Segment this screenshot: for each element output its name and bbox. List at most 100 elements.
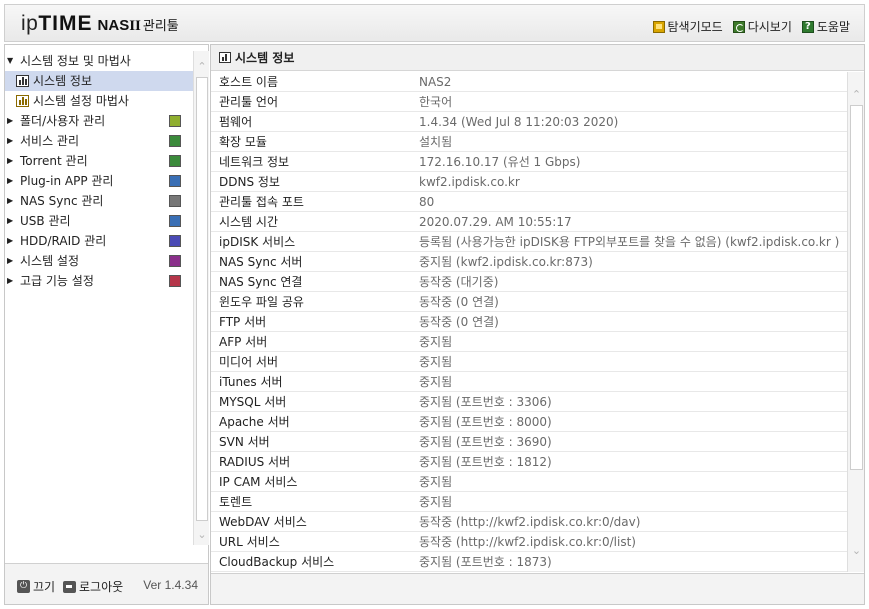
row-value: 중지됨 (포트번호 : 3690) [419, 435, 552, 449]
logout-label: 로그아웃 [79, 580, 124, 594]
table-row: MYSQL 서버 중지됨 (포트번호 : 3306) [211, 392, 847, 412]
caret-right-icon: ▶ [7, 236, 14, 245]
folder-user-icon [169, 115, 181, 127]
row-value: 동작중 (0 연결) [419, 295, 499, 309]
sidebar-group-system-info[interactable]: ▼ 시스템 정보 및 마법사 [5, 51, 193, 71]
row-key: WebDAV 서비스 [219, 515, 307, 529]
logo-time: TIME [38, 12, 93, 35]
scroll-down-icon[interactable]: ⌄ [194, 527, 210, 543]
row-value: 동작중 (http://kwf2.ipdisk.co.kr:0/dav) [419, 515, 641, 529]
table-row: 관리툴 접속 포트 80 [211, 192, 847, 212]
row-key: NAS Sync 연결 [219, 275, 303, 289]
top-actions: 탐색기모드 다시보기 ? 도움말 [652, 18, 850, 35]
app-window: ip TIME NAS II 관리툴 탐색기모드 다시보기 ? 도움말 ▼ 시스템 … [0, 0, 869, 609]
sidebar-item-setup-wizard[interactable]: 시스템 설정 마법사 [5, 91, 193, 111]
sidebar-item-system-info[interactable]: 시스템 정보 [5, 71, 193, 91]
advanced-icon [169, 275, 181, 287]
sidebar-item-label: USB 관리 [20, 214, 71, 228]
table-row: RADIUS 서버 중지됨 (포트번호 : 1812) [211, 452, 847, 472]
sidebar-item-label: 시스템 설정 [20, 254, 80, 268]
table-row: 확장 모듈 설치됨 [211, 132, 847, 152]
row-key: SVN 서버 [219, 435, 270, 449]
row-key: CloudBackup 서비스 [219, 555, 335, 569]
table-row: ipDISK 서비스 등록됨 (사용가능한 ipDISK용 FTP외부포트를 찾을… [211, 232, 847, 252]
refresh-label: 다시보기 [747, 20, 792, 34]
table-row: 관리툴 언어 한국어 [211, 92, 847, 112]
row-value: kwf2.ipdisk.co.kr [419, 175, 520, 189]
sidebar-item-system-settings[interactable]: ▶ 시스템 설정 [5, 251, 193, 271]
sidebar-item-service[interactable]: ▶ 서비스 관리 [5, 131, 193, 151]
sidebar-item-plugin-app[interactable]: ▶ Plug-in APP 관리 [5, 171, 193, 191]
torrent-icon [169, 155, 181, 167]
panel-title-text: 시스템 정보 [235, 51, 295, 65]
power-off-button[interactable]: ⏻ 끄기 [17, 578, 55, 595]
row-key: NAS Sync 서버 [219, 255, 303, 269]
explorer-mode-button[interactable]: 탐색기모드 [652, 18, 723, 35]
logo-ip: ip [21, 12, 39, 35]
main-scrollbar[interactable]: ⌃ ⌄ [847, 72, 864, 572]
sidebar: ▼ 시스템 정보 및 마법사 시스템 정보 시스템 설정 마법사 ▶ 폴더/사용… [4, 44, 209, 605]
logo-nas: NAS [97, 17, 130, 34]
table-row: SVN 서버 중지됨 (포트번호 : 3690) [211, 432, 847, 452]
sidebar-item-torrent[interactable]: ▶ Torrent 관리 [5, 151, 193, 171]
row-value: 172.16.10.17 (유선 1 Gbps) [419, 155, 581, 169]
sidebar-item-label: 시스템 설정 마법사 [33, 94, 129, 108]
sidebar-scroll-thumb[interactable] [196, 77, 208, 521]
caret-right-icon: ▶ [7, 276, 14, 285]
logout-icon [63, 580, 76, 593]
sidebar-item-label: 시스템 정보 [33, 74, 93, 88]
sidebar-item-label: 고급 기능 설정 [20, 274, 94, 288]
chart-icon [16, 75, 29, 87]
row-key: 호스트 이름 [219, 75, 279, 89]
refresh-button[interactable]: 다시보기 [732, 18, 792, 35]
row-key: MYSQL 서버 [219, 395, 287, 409]
sidebar-group-label: 시스템 정보 및 마법사 [20, 54, 131, 68]
table-row: NAS Sync 서버 중지됨 (kwf2.ipdisk.co.kr:873) [211, 252, 847, 272]
sidebar-scrollbar[interactable]: ⌃ ⌄ [193, 51, 209, 545]
sidebar-item-nas-sync[interactable]: ▶ NAS Sync 관리 [5, 191, 193, 211]
row-key: FTP 서버 [219, 315, 267, 329]
logout-button[interactable]: 로그아웃 [63, 578, 123, 595]
main-scroll-thumb[interactable] [850, 105, 863, 470]
table-row: 호스트 이름 NAS2 [211, 72, 847, 92]
row-key: ipDISK 서비스 [219, 235, 296, 249]
panel-title: 시스템 정보 [211, 45, 864, 71]
sidebar-item-usb[interactable]: ▶ USB 관리 [5, 211, 193, 231]
service-icon [169, 135, 181, 147]
row-value: 중지됨 (포트번호 : 1812) [419, 455, 552, 469]
row-key: 확장 모듈 [219, 135, 267, 149]
refresh-icon [732, 20, 745, 33]
row-value: 중지됨 (포트번호 : 8000) [419, 415, 552, 429]
row-key: 관리툴 접속 포트 [219, 195, 304, 209]
row-value: 설치됨 [419, 135, 453, 149]
row-value: 중지됨 (포트번호 : 3306) [419, 395, 552, 409]
caret-right-icon: ▶ [7, 176, 14, 185]
scroll-up-icon[interactable]: ⌃ [194, 59, 210, 75]
scroll-down-icon[interactable]: ⌄ [848, 542, 865, 559]
sidebar-item-label: NAS Sync 관리 [20, 194, 104, 208]
help-button[interactable]: ? 도움말 [801, 18, 850, 35]
folder-icon [652, 20, 665, 33]
iptime-logo: ip TIME NAS II 관리툴 [21, 12, 179, 36]
sync-icon [169, 195, 181, 207]
sidebar-item-folder-user[interactable]: ▶ 폴더/사용자 관리 [5, 111, 193, 131]
row-value: 중지됨 (kwf2.ipdisk.co.kr:873) [419, 255, 593, 269]
row-key: RADIUS 서버 [219, 455, 291, 469]
sidebar-item-advanced[interactable]: ▶ 고급 기능 설정 [5, 271, 193, 291]
row-value: 중지됨 [419, 335, 453, 349]
table-row: 시스템 시간 2020.07.29. AM 10:55:17 [211, 212, 847, 232]
caret-right-icon: ▶ [7, 216, 14, 225]
table-row: 토렌트 중지됨 [211, 492, 847, 512]
row-key: URL 서비스 [219, 535, 280, 549]
version-label: Ver 1.4.34 [143, 578, 198, 592]
sidebar-item-hdd-raid[interactable]: ▶ HDD/RAID 관리 [5, 231, 193, 251]
table-row: iTunes 서버 중지됨 [211, 372, 847, 392]
sidebar-item-label: 서비스 관리 [20, 134, 80, 148]
row-key: 네트워크 정보 [219, 155, 290, 169]
scroll-up-icon[interactable]: ⌃ [848, 86, 865, 103]
caret-right-icon: ▶ [7, 156, 14, 165]
power-icon: ⏻ [17, 580, 30, 593]
row-key: 시스템 시간 [219, 215, 279, 229]
table-row: 네트워크 정보 172.16.10.17 (유선 1 Gbps) [211, 152, 847, 172]
main-footer [211, 573, 864, 604]
